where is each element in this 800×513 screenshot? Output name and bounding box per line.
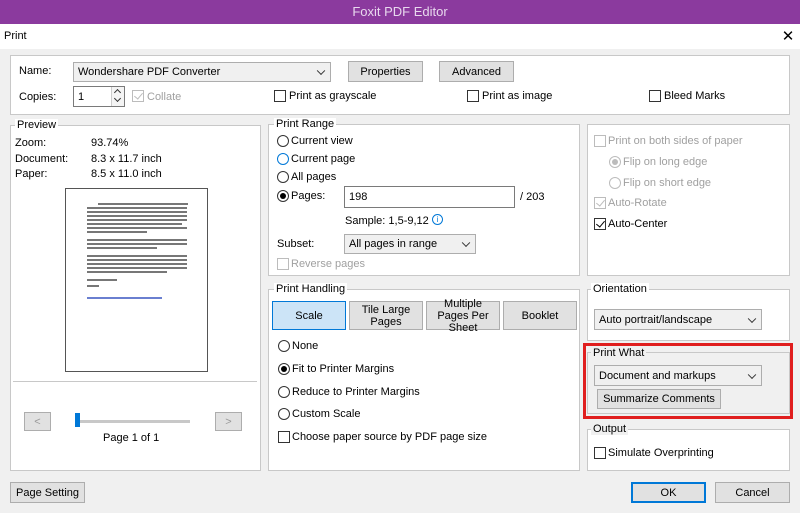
zoom-label: Zoom: — [15, 137, 47, 149]
current-page-radio[interactable] — [277, 153, 289, 165]
copies-label: Copies: — [19, 91, 57, 103]
current-view-radio[interactable] — [277, 135, 289, 147]
printer-name-label: Name: — [19, 65, 52, 77]
chevron-down-icon — [747, 314, 757, 323]
custom-scale-radio[interactable] — [278, 408, 290, 420]
chevron-down-icon — [316, 66, 326, 76]
chevron-down-icon — [113, 94, 122, 103]
tab-multiple-pages-per-sheet[interactable]: Multiple Pages Per Sheet — [426, 298, 500, 334]
previous-page-button[interactable]: < — [24, 412, 51, 431]
tab-tile-large-pages[interactable]: Tile Large Pages — [349, 301, 423, 330]
scale-none-radio[interactable] — [278, 340, 290, 352]
current-view-label: Current view — [291, 135, 353, 147]
preview-legend: Preview — [15, 119, 59, 131]
fit-to-margins-label: Fit to Printer Margins — [292, 363, 395, 375]
pages-label: Pages: — [291, 190, 326, 202]
info-icon[interactable]: i — [432, 214, 443, 225]
paper-source-checkbox[interactable] — [278, 431, 290, 443]
bleed-marks-checkbox[interactable] — [649, 90, 661, 102]
page-slider-thumb[interactable] — [75, 413, 80, 427]
collate-label: Collate — [147, 91, 182, 103]
dialog-title: Print — [4, 30, 27, 42]
simulate-overprinting-label: Simulate Overprinting — [608, 447, 714, 459]
auto-rotate-label: Auto-Rotate — [608, 197, 667, 209]
reduce-to-margins-label: Reduce to Printer Margins — [292, 386, 420, 398]
page-slider-track[interactable] — [76, 420, 190, 423]
paper-source-label: Choose paper source by PDF page size — [292, 431, 488, 443]
properties-button[interactable]: Properties — [348, 61, 423, 82]
pages-input[interactable]: 198 — [344, 186, 515, 208]
print-as-image-label: Print as image — [482, 90, 553, 102]
ok-button[interactable]: OK — [631, 482, 706, 503]
all-pages-radio[interactable] — [277, 171, 289, 183]
flip-short-edge-radio[interactable] — [609, 177, 621, 189]
page-indicator: Page 1 of 1 — [103, 432, 160, 444]
print-as-image-checkbox[interactable] — [467, 90, 479, 102]
next-page-button[interactable]: > — [215, 412, 242, 431]
auto-center-checkbox[interactable] — [594, 218, 606, 230]
preview-separator — [13, 381, 257, 382]
pages-input-value: 198 — [349, 191, 368, 203]
page-setting-button[interactable]: Page Setting — [10, 482, 85, 503]
flip-short-edge-label: Flip on short edge — [623, 177, 712, 189]
custom-scale-label: Custom Scale — [292, 408, 361, 420]
grayscale-label: Print as grayscale — [289, 90, 377, 102]
paper-size-label: Paper: — [15, 168, 48, 180]
print-range-legend: Print Range — [274, 118, 337, 130]
pages-radio[interactable] — [277, 190, 289, 202]
dialog-title-bar — [0, 24, 800, 49]
subset-select-value: All pages in range — [349, 238, 438, 250]
auto-rotate-checkbox[interactable] — [594, 197, 606, 209]
document-size-label: Document: — [15, 153, 69, 165]
subset-label: Subset: — [277, 238, 315, 250]
auto-center-label: Auto-Center — [608, 218, 668, 230]
cancel-button[interactable]: Cancel — [715, 482, 790, 503]
tab-scale[interactable]: Scale — [272, 301, 346, 330]
reduce-to-margins-radio[interactable] — [278, 386, 290, 398]
reverse-pages-checkbox[interactable] — [277, 258, 289, 270]
both-sides-label: Print on both sides of paper — [608, 135, 743, 147]
printer-select[interactable]: Wondershare PDF Converter — [73, 62, 331, 82]
subset-select[interactable]: All pages in range — [344, 234, 476, 254]
paper-size-value: 8.5 x 11.0 inch — [91, 168, 162, 180]
grayscale-checkbox[interactable] — [274, 90, 286, 102]
output-legend: Output — [591, 423, 629, 435]
current-page-label: Current page — [291, 153, 356, 165]
close-icon[interactable]: ✕ — [780, 27, 796, 45]
simulate-overprinting-checkbox[interactable] — [594, 447, 606, 459]
printer-select-value: Wondershare PDF Converter — [78, 66, 221, 78]
collate-checkbox[interactable] — [132, 90, 144, 102]
fit-to-margins-radio[interactable] — [278, 363, 290, 375]
page-preview-thumbnail — [65, 188, 208, 372]
orientation-select-value: Auto portrait/landscape — [599, 313, 713, 326]
tab-booklet[interactable]: Booklet — [503, 301, 577, 330]
flip-long-edge-radio[interactable] — [609, 156, 621, 168]
scale-none-label: None — [292, 340, 319, 352]
orientation-select[interactable]: Auto portrait/landscape — [594, 309, 762, 330]
print-what-highlight — [583, 343, 793, 419]
chevron-down-icon — [461, 238, 471, 248]
all-pages-label: All pages — [291, 171, 337, 183]
print-handling-legend: Print Handling — [274, 283, 348, 295]
orientation-legend: Orientation — [591, 283, 649, 295]
pages-sample-hint: Sample: 1,5-9,12 — [345, 215, 429, 227]
zoom-value: 93.74% — [91, 137, 129, 149]
document-size-value: 8.3 x 11.7 inch — [91, 153, 162, 165]
reverse-pages-label: Reverse pages — [291, 258, 365, 270]
copies-value: 1 — [78, 90, 85, 103]
app-title-bar: Foxit PDF Editor — [0, 0, 800, 24]
flip-long-edge-label: Flip on long edge — [623, 156, 708, 168]
bleed-marks-label: Bleed Marks — [664, 90, 726, 102]
both-sides-checkbox[interactable] — [594, 135, 606, 147]
advanced-button[interactable]: Advanced — [439, 61, 514, 82]
copies-stepper[interactable] — [111, 87, 124, 106]
total-pages-label: / 203 — [520, 191, 545, 203]
